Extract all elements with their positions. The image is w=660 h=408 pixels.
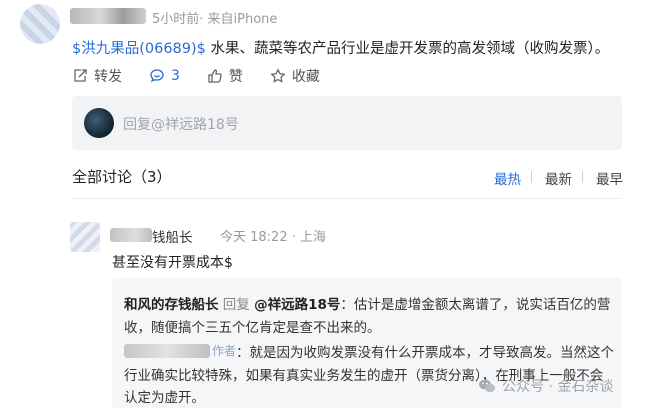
post-meta: 5小时前· 来自iPhone	[152, 12, 278, 27]
discussion-title: 全部讨论（3）	[72, 168, 172, 186]
author-name-blurred[interactable]	[124, 344, 210, 358]
comment-button[interactable]: 3	[149, 68, 180, 84]
watermark-text: 公众号 · 金石杂谈	[502, 379, 614, 395]
repost-icon	[74, 69, 87, 82]
favorite-button[interactable]: 收藏	[270, 66, 320, 86]
reply-word: 回复	[222, 297, 250, 313]
comment-count: 3	[171, 68, 180, 84]
reply-text-line1: 估计是虚增金额太离谱了，说实话百亿的营	[353, 297, 611, 313]
author-reply-line3: 认定为虚开。	[124, 390, 205, 406]
favorite-label: 收藏	[291, 69, 320, 85]
thumbs-up-icon	[208, 69, 222, 83]
reply-input-placeholder[interactable]: 回复@祥远路18号	[123, 114, 239, 134]
reply-colon: ：	[340, 297, 354, 313]
stock-tag-link[interactable]: $洪九果品(06689)$	[72, 41, 206, 57]
repost-label: 转发	[94, 69, 122, 85]
sort-divider	[582, 171, 583, 183]
post-content: $洪九果品(06689)$ 水果、蔬菜等农产品行业是虚开发票的高发领域（收购发票…	[72, 37, 609, 58]
like-label: 赞	[228, 69, 243, 85]
current-user-avatar	[84, 108, 114, 138]
post-text: 水果、蔬菜等农产品行业是虚开发票的高发领域（收购发票）。	[205, 41, 610, 57]
comment-text: 甚至没有开票成本$	[112, 255, 233, 271]
section-divider	[72, 198, 622, 199]
commenter-name-blurred[interactable]	[110, 228, 152, 242]
commenter-avatar[interactable]	[70, 222, 100, 252]
comment-meta: 今天 18:22 · 上海	[220, 230, 326, 245]
sort-new-tab[interactable]: 最新	[545, 168, 572, 188]
sort-divider	[531, 171, 532, 183]
reply-author[interactable]: 和风的存钱船长	[124, 297, 219, 313]
comment-icon	[150, 69, 164, 83]
reply-line: 和风的存钱船长 回复 @祥远路18号：估计是虚增金额太离谱了，说实话百亿的营	[124, 293, 610, 313]
sort-old-tab[interactable]: 最早	[596, 168, 623, 188]
author-badge: 作者	[212, 344, 237, 358]
star-icon	[270, 68, 286, 83]
user-avatar[interactable]	[20, 4, 60, 44]
post-action-bar: 转发 3 赞 收藏	[72, 65, 347, 87]
commenter-name[interactable]: 钱船长	[152, 226, 193, 246]
wechat-icon	[479, 379, 495, 393]
watermark: 公众号 · 金石杂谈	[478, 376, 613, 396]
sort-hot-tab[interactable]: 最热	[494, 168, 521, 188]
repost-button[interactable]: 转发	[72, 66, 122, 86]
author-reply-line1: ：就是因为收购发票没有什么开票成本，才导致高发。当然这个	[236, 345, 614, 361]
like-button[interactable]: 赞	[207, 66, 243, 86]
user-name-blurred[interactable]	[70, 8, 146, 24]
reply-target[interactable]: @祥远路18号	[254, 297, 340, 313]
reply-text-line2: 收，随便搞个三五个亿肯定是查不出来的。	[124, 320, 381, 336]
